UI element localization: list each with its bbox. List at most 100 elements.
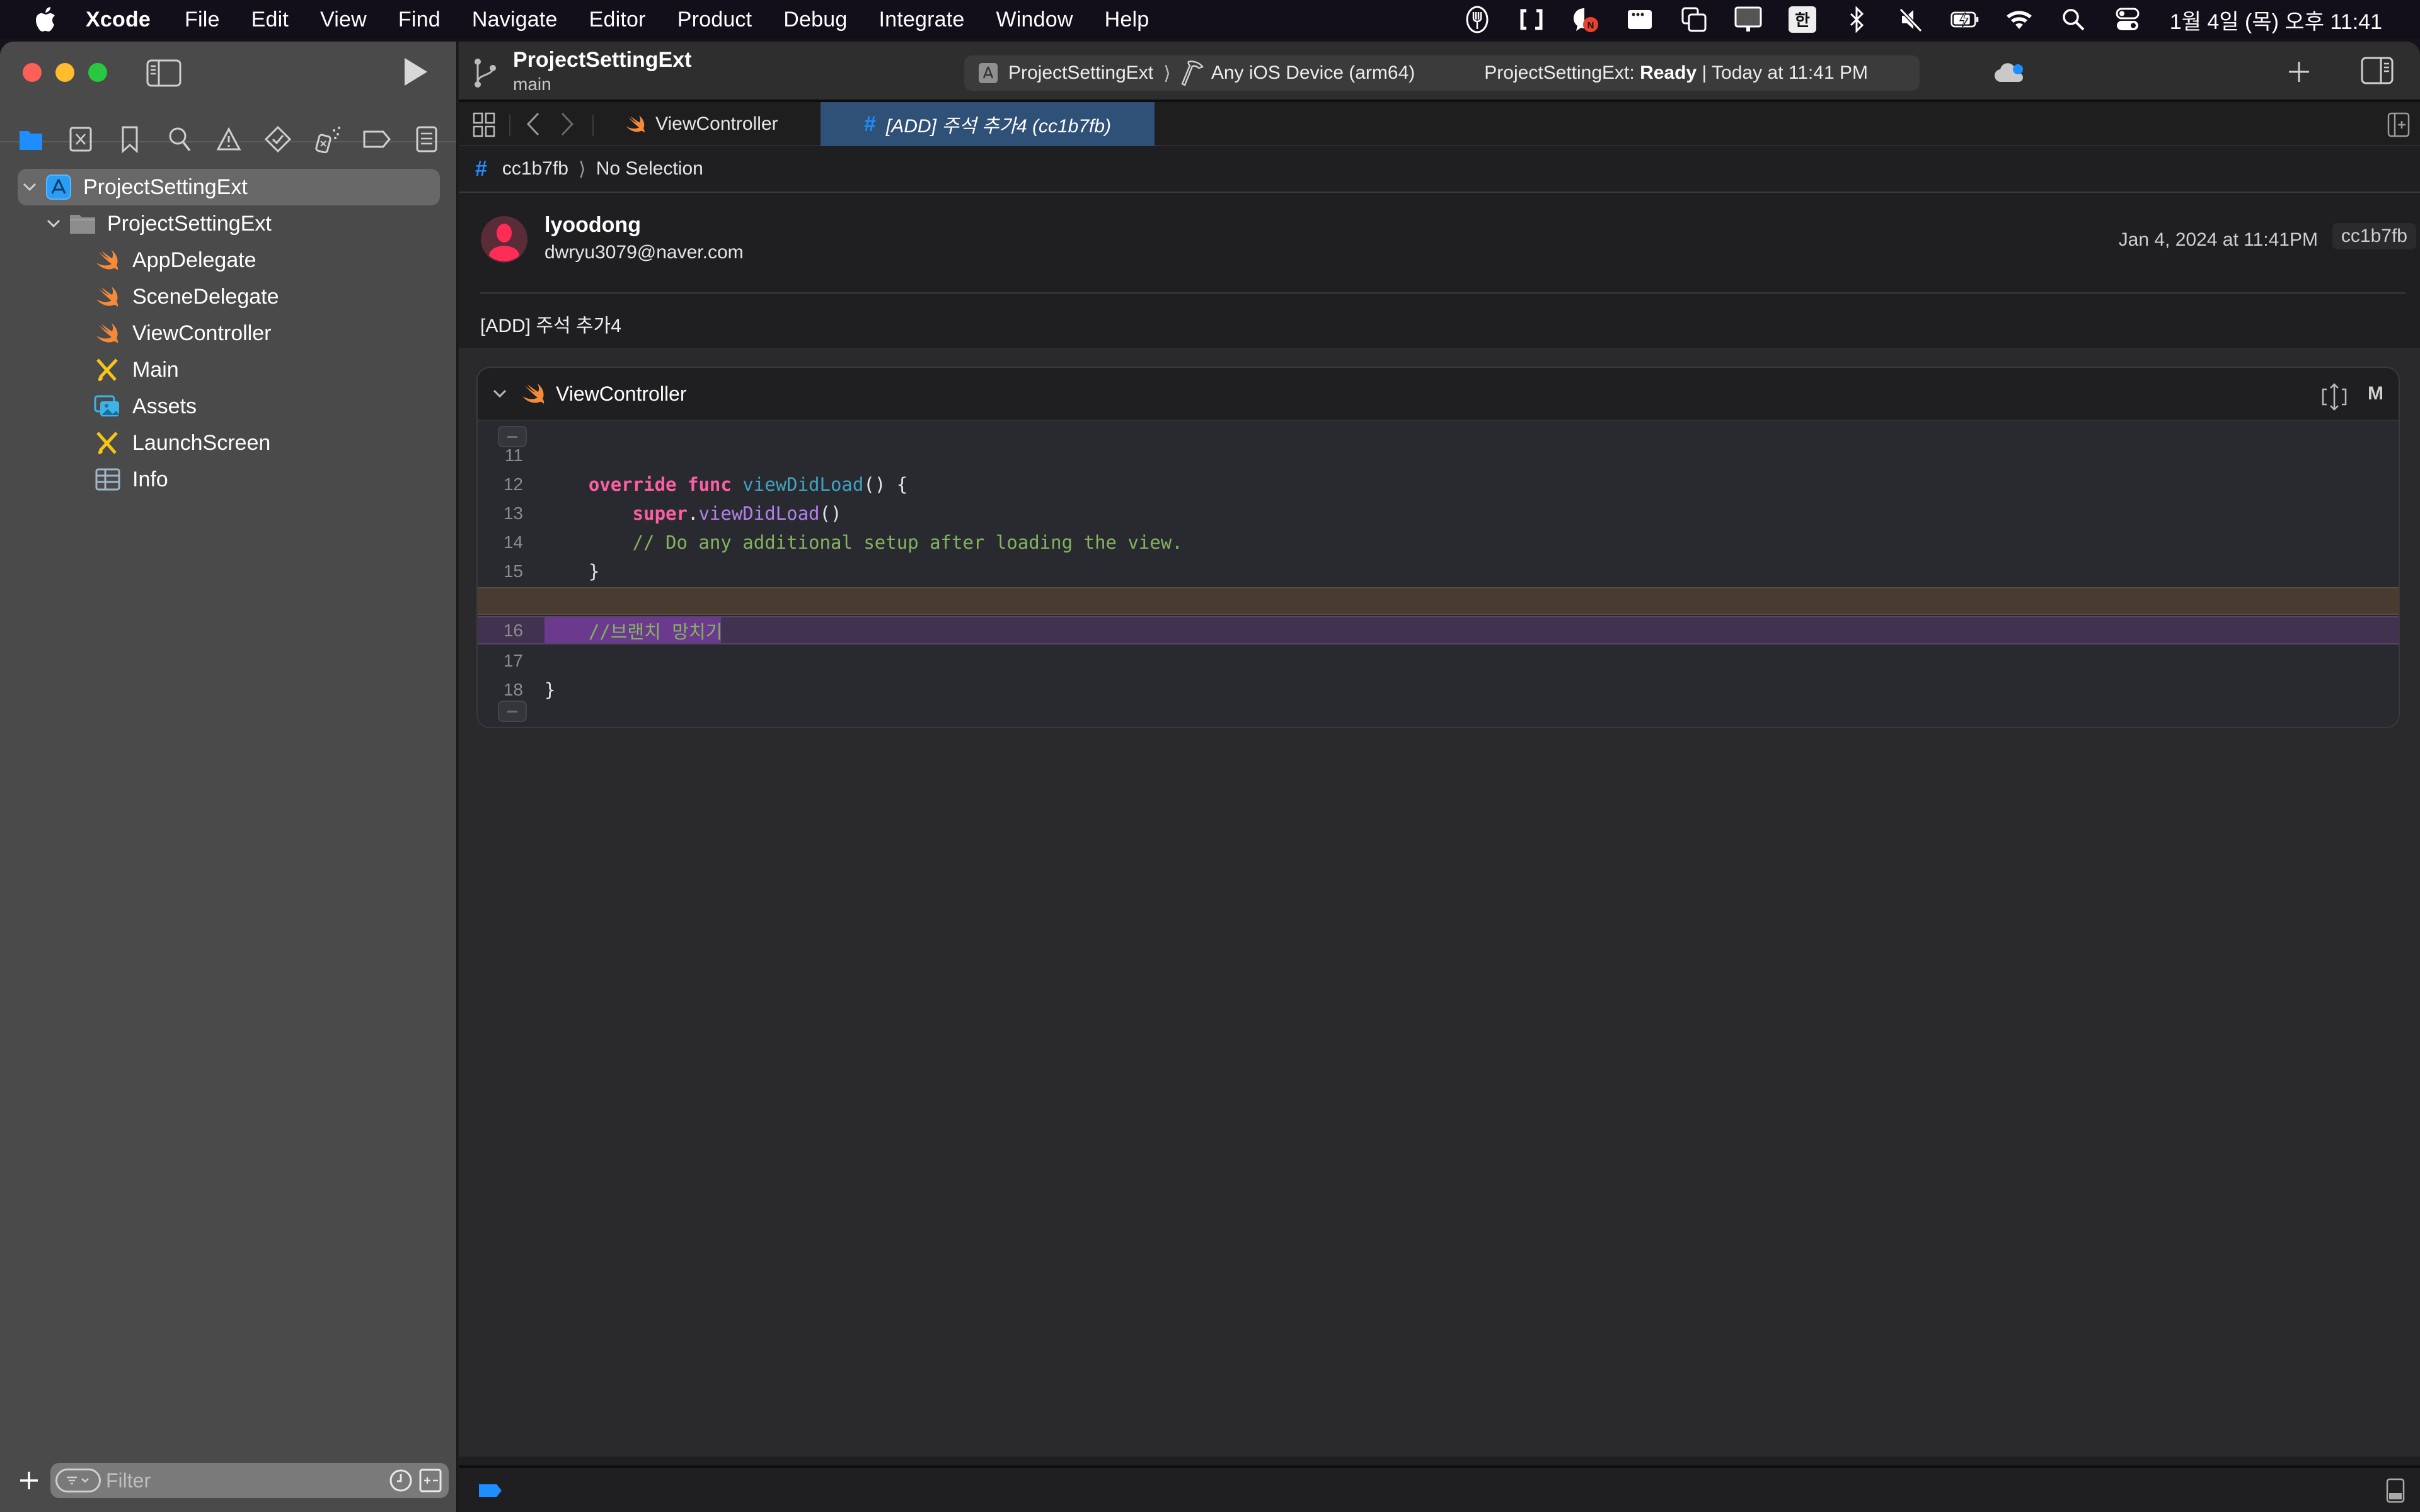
diff-file-header[interactable]: ViewController M (478, 368, 2399, 421)
menu-navigate[interactable]: Navigate (472, 8, 558, 32)
minimize-window-button[interactable] (55, 63, 74, 82)
spotlight-icon[interactable] (2059, 5, 2088, 34)
menubar-clock[interactable]: 1월 4일 (목) 오후 11:41 (2170, 4, 2382, 35)
code-token-kw: func (687, 473, 732, 495)
debug-area-toggle-icon[interactable] (2386, 1478, 2405, 1503)
menu-integrate[interactable]: Integrate (879, 8, 964, 32)
navigate-back-icon[interactable] (524, 111, 542, 137)
tree-item-file[interactable]: AppDelegate (0, 242, 458, 278)
breakpoint-navigator-icon[interactable] (362, 124, 392, 154)
tab-commit[interactable]: # [ADD] 주석 추가4 (cc1b7fb) (821, 102, 1155, 146)
bracket-app-icon[interactable] (1517, 5, 1546, 34)
wifi-icon[interactable] (2005, 5, 2034, 34)
navigate-forward-icon[interactable] (558, 111, 576, 137)
navigator-selector-bar (0, 105, 458, 174)
battery-charging-icon[interactable] (1950, 5, 1979, 34)
menu-edit[interactable]: Edit (251, 8, 289, 32)
related-items-grid-icon[interactable] (473, 112, 495, 137)
tab-viewcontroller[interactable]: ViewController (625, 102, 778, 146)
project-navigator-folder-icon[interactable] (16, 124, 46, 154)
debug-navigator-spray-icon[interactable] (313, 124, 343, 154)
chevron-right-icon: ⟩ (579, 158, 586, 180)
tree-item-file[interactable]: Main (0, 352, 458, 388)
tree-item-file[interactable]: Info (0, 461, 458, 498)
chevron-down-icon[interactable] (44, 214, 63, 233)
breakpoints-toggle-icon[interactable] (478, 1483, 503, 1498)
tree-item-project[interactable]: ProjectSettingExt (0, 169, 458, 205)
tab-label: ViewController (655, 113, 778, 134)
bookmark-navigator-icon[interactable] (115, 124, 145, 154)
bluetooth-icon[interactable] (1842, 5, 1871, 34)
test-navigator-icon[interactable] (263, 124, 293, 154)
zoom-window-button[interactable] (88, 63, 107, 82)
commit-hash-badge[interactable]: cc1b7fb (2332, 223, 2416, 249)
run-play-icon[interactable] (401, 55, 430, 88)
recent-files-clock-icon[interactable] (388, 1468, 413, 1493)
issue-navigator-warning-icon[interactable] (214, 124, 244, 154)
close-window-button[interactable] (23, 63, 42, 82)
naver-talk-icon[interactable]: N (1571, 5, 1600, 34)
fork-icon[interactable] (1463, 5, 1492, 34)
tree-item-file[interactable]: ViewController (0, 315, 458, 352)
tab-label: [ADD] 주석 추가4 (cc1b7fb) (885, 116, 1112, 137)
current-branch[interactable]: main (513, 74, 551, 94)
run-destination-selector[interactable]: Any iOS Device (arm64) (1211, 62, 1415, 84)
line-number: 12 (503, 474, 523, 494)
breadcrumb-selection[interactable]: No Selection (596, 158, 703, 180)
report-navigator-icon[interactable] (412, 124, 442, 154)
tree-item-file[interactable]: LaunchScreen (0, 425, 458, 461)
menu-debug[interactable]: Debug (783, 8, 847, 32)
control-center-icon[interactable] (2113, 5, 2142, 34)
source-control-navigator-icon[interactable] (66, 124, 96, 154)
chevron-down-icon[interactable] (490, 384, 509, 403)
line-number: 18 (503, 679, 523, 699)
menu-file[interactable]: File (185, 8, 220, 32)
menu-editor[interactable]: Editor (589, 8, 646, 32)
navigator-sidebar: ProjectSettingExt ProjectSettingExt AppD… (0, 42, 458, 1512)
fold-bottom-collapse-button[interactable] (498, 701, 527, 722)
window-dots-icon[interactable] (1625, 5, 1654, 34)
swift-file-icon (93, 282, 122, 311)
menu-help[interactable]: Help (1105, 8, 1150, 32)
menu-app-xcode[interactable]: Xcode (86, 8, 151, 32)
inspector-toggle-icon[interactable] (2361, 57, 2394, 84)
code-text: } (544, 561, 599, 582)
add-file-plus-icon[interactable] (16, 1468, 42, 1493)
menu-find[interactable]: Find (398, 8, 441, 32)
code-line: 17 (478, 646, 2399, 675)
breadcrumb-commit[interactable]: cc1b7fb (502, 158, 568, 180)
project-tree: ProjectSettingExt ProjectSettingExt AppD… (0, 169, 458, 498)
menu-view[interactable]: View (320, 8, 367, 32)
tree-item-label: ProjectSettingExt (107, 211, 272, 236)
stage-manager-icon[interactable] (1680, 5, 1708, 34)
scheme-selector[interactable]: ProjectSettingExt (1008, 62, 1153, 84)
find-navigator-icon[interactable] (164, 124, 195, 154)
sidebar-toggle-icon[interactable] (146, 59, 182, 87)
apple-menu-icon[interactable] (32, 5, 60, 34)
cloud-sync-icon[interactable] (1994, 59, 2027, 84)
source-control-changes-icon[interactable] (418, 1468, 444, 1493)
tree-item-file[interactable]: Assets (0, 388, 458, 425)
code-token-plain: () (819, 502, 842, 524)
input-hangul-icon[interactable]: 한 (1788, 5, 1817, 34)
menu-window[interactable]: Window (996, 8, 1073, 32)
folder-icon (68, 209, 97, 238)
mute-icon[interactable] (1896, 5, 1925, 34)
activity-view: ProjectSettingExt ⟩ Any iOS Device (arm6… (964, 55, 1920, 91)
diff-code-view[interactable]: 11 12 override func viewDidLoad() {13 sup… (478, 421, 2399, 727)
navigator-filter-input[interactable] (106, 1469, 383, 1492)
library-plus-icon[interactable] (2286, 59, 2312, 84)
branch-icon[interactable] (471, 57, 499, 89)
window-toolbar: ProjectSettingExt main ProjectSettingExt… (459, 42, 2420, 102)
tab-divider (509, 115, 510, 136)
menu-product[interactable]: Product (677, 8, 752, 32)
expand-context-icon[interactable] (2320, 382, 2348, 412)
chevron-down-icon[interactable] (20, 178, 39, 197)
code-line-added: 16 //브랜치 망치기 (478, 616, 2399, 644)
display-icon[interactable] (1734, 5, 1763, 34)
tree-item-file[interactable]: SceneDelegate (0, 278, 458, 315)
tree-item-folder[interactable]: ProjectSettingExt (0, 205, 458, 242)
removed-lines-marker (478, 587, 2399, 615)
filter-options-icon[interactable] (55, 1469, 101, 1492)
split-editor-icon[interactable] (2387, 112, 2410, 137)
